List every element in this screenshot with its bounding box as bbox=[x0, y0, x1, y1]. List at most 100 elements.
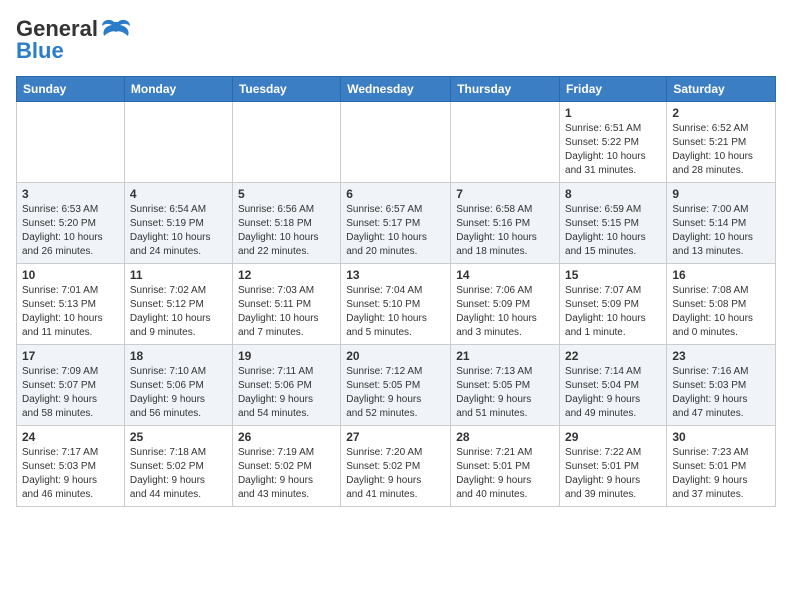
day-number: 22 bbox=[565, 349, 661, 363]
day-number: 16 bbox=[672, 268, 770, 282]
day-number: 13 bbox=[346, 268, 445, 282]
weekday-header-friday: Friday bbox=[560, 77, 667, 102]
cell-content: Sunrise: 7:02 AM Sunset: 5:12 PM Dayligh… bbox=[130, 284, 227, 340]
calendar-cell: 13 Sunrise: 7:04 AM Sunset: 5:10 PM Dayli… bbox=[341, 264, 451, 345]
calendar-cell: 4 Sunrise: 6:54 AM Sunset: 5:19 PM Daylig… bbox=[124, 183, 232, 264]
weekday-header-wednesday: Wednesday bbox=[341, 77, 451, 102]
calendar-cell: 26Sunrise: 7:19 AM Sunset: 5:02 PM Dayli… bbox=[232, 426, 340, 507]
calendar-cell: 3Sunrise: 6:53 AM Sunset: 5:20 PM Daylig… bbox=[17, 183, 125, 264]
day-number: 29 bbox=[565, 430, 661, 444]
cell-content: Sunrise: 6:56 AM Sunset: 5:18 PM Dayligh… bbox=[238, 203, 335, 259]
cell-content: Sunrise: 6:53 AM Sunset: 5:20 PM Dayligh… bbox=[22, 203, 119, 259]
weekday-header-thursday: Thursday bbox=[451, 77, 560, 102]
cell-content: Sunrise: 7:14 AM Sunset: 5:04 PM Dayligh… bbox=[565, 365, 661, 421]
cell-content: Sunrise: 7:12 AM Sunset: 5:05 PM Dayligh… bbox=[346, 365, 445, 421]
calendar-cell: 20 Sunrise: 7:12 AM Sunset: 5:05 PM Dayli… bbox=[341, 345, 451, 426]
day-number: 6 bbox=[346, 187, 445, 201]
day-number: 18 bbox=[130, 349, 227, 363]
calendar-cell: 12 Sunrise: 7:03 AM Sunset: 5:11 PM Dayli… bbox=[232, 264, 340, 345]
cell-content: Sunrise: 7:16 AM Sunset: 5:03 PM Dayligh… bbox=[672, 365, 770, 421]
day-number: 21 bbox=[456, 349, 554, 363]
calendar-cell: 9 Sunrise: 7:00 AM Sunset: 5:14 PM Daylig… bbox=[667, 183, 776, 264]
cell-content: Sunrise: 7:00 AM Sunset: 5:14 PM Dayligh… bbox=[672, 203, 770, 259]
calendar-cell: 18Sunrise: 7:10 AM Sunset: 5:06 PM Dayli… bbox=[124, 345, 232, 426]
calendar-cell: 29 Sunrise: 7:22 AM Sunset: 5:01 PM Dayli… bbox=[560, 426, 667, 507]
day-number: 28 bbox=[456, 430, 554, 444]
day-number: 15 bbox=[565, 268, 661, 282]
day-number: 10 bbox=[22, 268, 119, 282]
day-number: 27 bbox=[346, 430, 445, 444]
logo: General Blue bbox=[16, 16, 132, 64]
header: General Blue bbox=[16, 16, 776, 64]
cell-content: Sunrise: 7:22 AM Sunset: 5:01 PM Dayligh… bbox=[565, 446, 661, 502]
calendar-cell bbox=[17, 102, 125, 183]
calendar-cell: 25Sunrise: 7:18 AM Sunset: 5:02 PM Dayli… bbox=[124, 426, 232, 507]
day-number: 8 bbox=[565, 187, 661, 201]
calendar-cell bbox=[232, 102, 340, 183]
calendar-cell: 28 Sunrise: 7:21 AM Sunset: 5:01 PM Dayli… bbox=[451, 426, 560, 507]
cell-content: Sunrise: 7:17 AM Sunset: 5:03 PM Dayligh… bbox=[22, 446, 119, 502]
cell-content: Sunrise: 7:04 AM Sunset: 5:10 PM Dayligh… bbox=[346, 284, 445, 340]
calendar-cell: 27 Sunrise: 7:20 AM Sunset: 5:02 PM Dayli… bbox=[341, 426, 451, 507]
day-number: 9 bbox=[672, 187, 770, 201]
cell-content: Sunrise: 7:13 AM Sunset: 5:05 PM Dayligh… bbox=[456, 365, 554, 421]
cell-content: Sunrise: 7:03 AM Sunset: 5:11 PM Dayligh… bbox=[238, 284, 335, 340]
day-number: 30 bbox=[672, 430, 770, 444]
calendar-cell: 8 Sunrise: 6:59 AM Sunset: 5:15 PM Daylig… bbox=[560, 183, 667, 264]
calendar-cell: 14 Sunrise: 7:06 AM Sunset: 5:09 PM Dayli… bbox=[451, 264, 560, 345]
day-number: 5 bbox=[238, 187, 335, 201]
calendar-week-row: 17 Sunrise: 7:09 AM Sunset: 5:07 PM Dayli… bbox=[17, 345, 776, 426]
day-number: 4 bbox=[130, 187, 227, 201]
calendar-cell: 22 Sunrise: 7:14 AM Sunset: 5:04 PM Dayli… bbox=[560, 345, 667, 426]
calendar-week-row: 24 Sunrise: 7:17 AM Sunset: 5:03 PM Dayli… bbox=[17, 426, 776, 507]
cell-content: Sunrise: 6:59 AM Sunset: 5:15 PM Dayligh… bbox=[565, 203, 661, 259]
day-number: 17 bbox=[22, 349, 119, 363]
cell-content: Sunrise: 6:52 AM Sunset: 5:21 PM Dayligh… bbox=[672, 122, 770, 178]
logo-bird-icon bbox=[100, 18, 132, 40]
day-number: 7 bbox=[456, 187, 554, 201]
calendar-week-row: 10 Sunrise: 7:01 AM Sunset: 5:13 PM Dayli… bbox=[17, 264, 776, 345]
weekday-header-tuesday: Tuesday bbox=[232, 77, 340, 102]
day-number: 12 bbox=[238, 268, 335, 282]
day-number: 20 bbox=[346, 349, 445, 363]
calendar-cell: 5 Sunrise: 6:56 AM Sunset: 5:18 PM Daylig… bbox=[232, 183, 340, 264]
day-number: 2 bbox=[672, 106, 770, 120]
day-number: 19 bbox=[238, 349, 335, 363]
cell-content: Sunrise: 7:23 AM Sunset: 5:01 PM Dayligh… bbox=[672, 446, 770, 502]
calendar-cell: 15 Sunrise: 7:07 AM Sunset: 5:09 PM Dayli… bbox=[560, 264, 667, 345]
day-number: 14 bbox=[456, 268, 554, 282]
calendar-cell: 19 Sunrise: 7:11 AM Sunset: 5:06 PM Dayli… bbox=[232, 345, 340, 426]
calendar: SundayMondayTuesdayWednesdayThursdayFrid… bbox=[16, 76, 776, 507]
day-number: 11 bbox=[130, 268, 227, 282]
day-number: 23 bbox=[672, 349, 770, 363]
calendar-cell bbox=[124, 102, 232, 183]
cell-content: Sunrise: 6:58 AM Sunset: 5:16 PM Dayligh… bbox=[456, 203, 554, 259]
cell-content: Sunrise: 7:06 AM Sunset: 5:09 PM Dayligh… bbox=[456, 284, 554, 340]
calendar-week-row: 3Sunrise: 6:53 AM Sunset: 5:20 PM Daylig… bbox=[17, 183, 776, 264]
cell-content: Sunrise: 7:11 AM Sunset: 5:06 PM Dayligh… bbox=[238, 365, 335, 421]
calendar-cell: 17 Sunrise: 7:09 AM Sunset: 5:07 PM Dayli… bbox=[17, 345, 125, 426]
calendar-cell: 24 Sunrise: 7:17 AM Sunset: 5:03 PM Dayli… bbox=[17, 426, 125, 507]
cell-content: Sunrise: 6:51 AM Sunset: 5:22 PM Dayligh… bbox=[565, 122, 661, 178]
calendar-cell: 21 Sunrise: 7:13 AM Sunset: 5:05 PM Dayli… bbox=[451, 345, 560, 426]
cell-content: Sunrise: 7:18 AM Sunset: 5:02 PM Dayligh… bbox=[130, 446, 227, 502]
cell-content: Sunrise: 7:07 AM Sunset: 5:09 PM Dayligh… bbox=[565, 284, 661, 340]
cell-content: Sunrise: 7:01 AM Sunset: 5:13 PM Dayligh… bbox=[22, 284, 119, 340]
calendar-cell: 30 Sunrise: 7:23 AM Sunset: 5:01 PM Dayli… bbox=[667, 426, 776, 507]
cell-content: Sunrise: 7:21 AM Sunset: 5:01 PM Dayligh… bbox=[456, 446, 554, 502]
cell-content: Sunrise: 7:20 AM Sunset: 5:02 PM Dayligh… bbox=[346, 446, 445, 502]
calendar-cell: 6Sunrise: 6:57 AM Sunset: 5:17 PM Daylig… bbox=[341, 183, 451, 264]
cell-content: Sunrise: 6:54 AM Sunset: 5:19 PM Dayligh… bbox=[130, 203, 227, 259]
calendar-cell: 11 Sunrise: 7:02 AM Sunset: 5:12 PM Dayli… bbox=[124, 264, 232, 345]
calendar-cell bbox=[451, 102, 560, 183]
cell-content: Sunrise: 7:19 AM Sunset: 5:02 PM Dayligh… bbox=[238, 446, 335, 502]
page: General Blue SundayMondayTuesdayWednesda… bbox=[0, 0, 792, 523]
cell-content: Sunrise: 7:08 AM Sunset: 5:08 PM Dayligh… bbox=[672, 284, 770, 340]
calendar-cell: 7 Sunrise: 6:58 AM Sunset: 5:16 PM Daylig… bbox=[451, 183, 560, 264]
day-number: 24 bbox=[22, 430, 119, 444]
cell-content: Sunrise: 7:09 AM Sunset: 5:07 PM Dayligh… bbox=[22, 365, 119, 421]
calendar-header-row: SundayMondayTuesdayWednesdayThursdayFrid… bbox=[17, 77, 776, 102]
calendar-cell: 10 Sunrise: 7:01 AM Sunset: 5:13 PM Dayli… bbox=[17, 264, 125, 345]
weekday-header-sunday: Sunday bbox=[17, 77, 125, 102]
weekday-header-monday: Monday bbox=[124, 77, 232, 102]
